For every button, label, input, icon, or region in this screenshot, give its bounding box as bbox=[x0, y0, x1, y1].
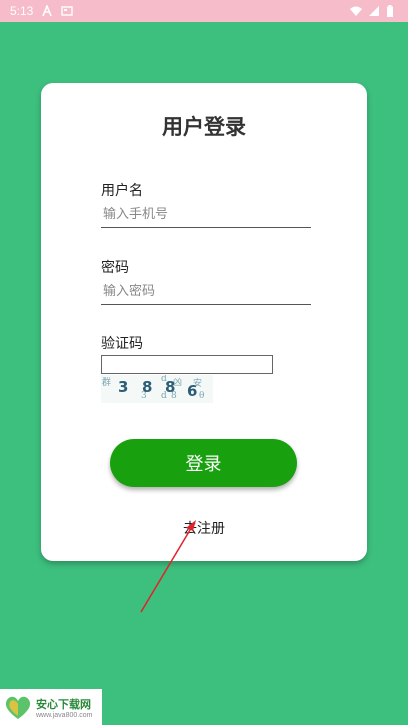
captcha-char: 8 bbox=[142, 378, 153, 396]
login-card: 用户登录 用户名 密码 验证码 群 d 凶 安 3 d 8 θ 3 8 8 6 … bbox=[41, 83, 367, 561]
status-left: 5:13 bbox=[10, 3, 74, 18]
captcha-char: 3 bbox=[118, 378, 129, 396]
captcha-char: 8 bbox=[165, 378, 176, 396]
password-input[interactable] bbox=[101, 279, 311, 305]
login-button[interactable]: 登录 bbox=[110, 439, 297, 487]
username-input[interactable] bbox=[101, 202, 311, 228]
battery-icon bbox=[386, 5, 398, 17]
captcha-noise: θ bbox=[199, 391, 205, 401]
captcha-label: 验证码 bbox=[101, 336, 143, 352]
status-time: 5:13 bbox=[10, 4, 34, 18]
page-title: 用户登录 bbox=[162, 115, 246, 139]
status-right bbox=[350, 5, 398, 17]
signal-icon bbox=[368, 5, 380, 17]
image-icon bbox=[61, 5, 74, 17]
watermark-text: 安心下载网 www.java800.com bbox=[36, 696, 92, 719]
username-label: 用户名 bbox=[101, 183, 143, 199]
wifi-icon bbox=[350, 5, 362, 17]
captcha-input[interactable] bbox=[101, 355, 273, 374]
captcha-noise: 群 bbox=[102, 378, 112, 388]
register-link[interactable]: 去注册 bbox=[41, 518, 367, 538]
watermark: 安心下载网 www.java800.com bbox=[0, 689, 102, 725]
a-icon bbox=[41, 3, 53, 17]
heart-logo-icon bbox=[3, 692, 33, 722]
captcha-image[interactable]: 群 d 凶 安 3 d 8 θ 3 8 8 6 bbox=[101, 375, 213, 403]
status-bar: 5:13 bbox=[0, 0, 408, 22]
watermark-name: 安心下载网 bbox=[36, 697, 91, 711]
password-label: 密码 bbox=[101, 260, 129, 276]
captcha-char: 6 bbox=[187, 382, 198, 400]
watermark-url: www.java800.com bbox=[36, 711, 93, 719]
